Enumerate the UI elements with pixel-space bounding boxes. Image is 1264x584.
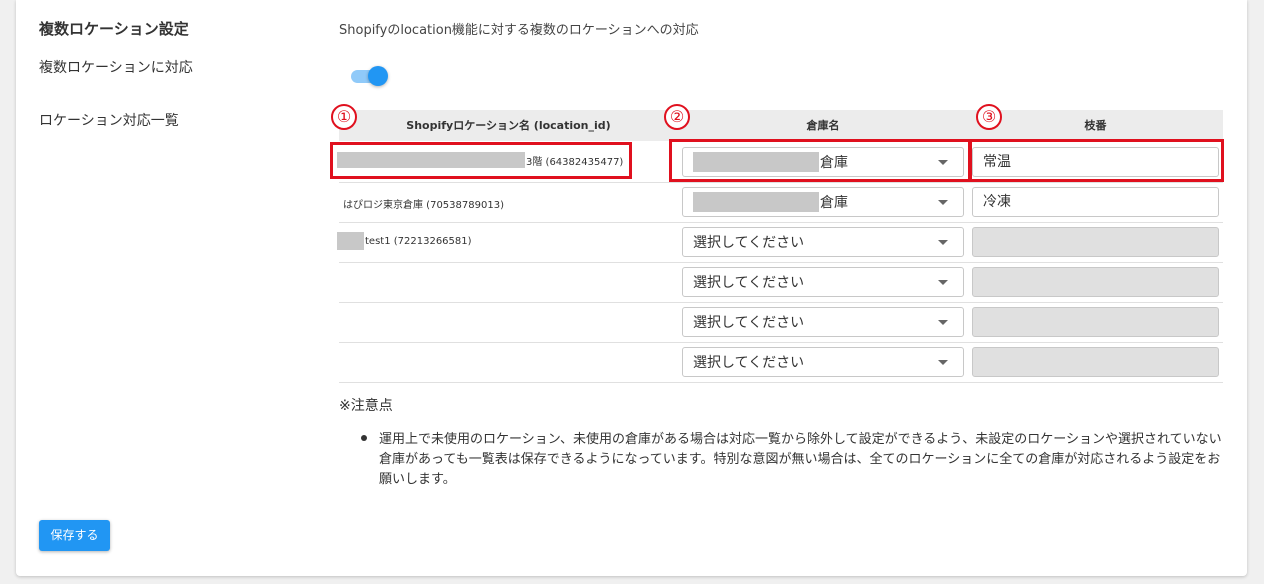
section-title: 複数ロケーション設定 bbox=[39, 20, 189, 38]
warehouse-select[interactable]: 選択してください bbox=[682, 267, 964, 297]
annotation-box-warehouse bbox=[669, 139, 971, 182]
location-list-label: ロケーション対応一覧 bbox=[39, 113, 179, 129]
row-divider bbox=[339, 382, 1223, 383]
warehouse-select[interactable]: 選択してください bbox=[682, 227, 964, 257]
location-name: はぴロジ東京倉庫 (70538789013) bbox=[343, 199, 504, 211]
warehouse-value: 選択してください bbox=[693, 355, 805, 371]
branch-input bbox=[972, 307, 1219, 337]
branch-input[interactable]: 冷凍 bbox=[972, 187, 1219, 217]
location-name: test1 (72213266581) bbox=[365, 235, 472, 247]
notice-title: ※注意点 bbox=[339, 398, 393, 414]
header-location: Shopifyロケーション名 (location_id) bbox=[406, 119, 611, 132]
table-header: Shopifyロケーション名 (location_id) 倉庫名 枝番 bbox=[339, 110, 1223, 141]
save-button[interactable]: 保存する bbox=[39, 520, 110, 551]
header-warehouse: 倉庫名 bbox=[806, 119, 840, 132]
redacted-block bbox=[337, 232, 364, 250]
header-branch: 枝番 bbox=[1084, 119, 1107, 132]
warehouse-value: 選択してください bbox=[693, 275, 805, 291]
row-divider bbox=[339, 262, 1223, 263]
notice-text: 運用上で未使用のロケーション、未使用の倉庫がある場合は対応一覧から除外して設定が… bbox=[379, 432, 1222, 487]
bullet-icon bbox=[361, 435, 367, 441]
chevron-down-icon bbox=[938, 360, 948, 365]
row-divider bbox=[339, 222, 1223, 223]
chevron-down-icon bbox=[938, 240, 948, 245]
annotation-box-branch bbox=[969, 139, 1224, 182]
warehouse-value: 選択してください bbox=[693, 315, 805, 331]
redacted-block bbox=[693, 192, 819, 212]
warehouse-select[interactable]: 倉庫 bbox=[682, 187, 964, 217]
warehouse-select[interactable]: 選択してください bbox=[682, 347, 964, 377]
warehouse-value: 倉庫 bbox=[820, 195, 848, 211]
annotation-box-location bbox=[330, 142, 632, 179]
annotation-number-three: ③ bbox=[976, 104, 1002, 130]
table-row-location: test1 (72213266581) bbox=[337, 232, 472, 250]
branch-input bbox=[972, 227, 1219, 257]
section-description: Shopifyのlocation機能に対する複数のロケーションへの対応 bbox=[339, 23, 699, 38]
row-divider bbox=[339, 302, 1223, 303]
chevron-down-icon bbox=[938, 320, 948, 325]
branch-input bbox=[972, 347, 1219, 377]
warehouse-value: 選択してください bbox=[693, 235, 805, 251]
warehouse-select[interactable]: 選択してください bbox=[682, 307, 964, 337]
multi-location-toggle[interactable] bbox=[351, 66, 388, 86]
chevron-down-icon bbox=[938, 200, 948, 205]
multi-location-label: 複数ロケーションに対応 bbox=[39, 60, 193, 76]
annotation-number-one: ① bbox=[331, 104, 357, 130]
table-row-location: はぴロジ東京倉庫 (70538789013) bbox=[343, 195, 504, 211]
branch-input bbox=[972, 267, 1219, 297]
annotation-number-two: ② bbox=[664, 104, 690, 130]
row-divider bbox=[339, 342, 1223, 343]
chevron-down-icon bbox=[938, 280, 948, 285]
toggle-knob bbox=[368, 66, 388, 86]
row-divider bbox=[339, 182, 1223, 183]
